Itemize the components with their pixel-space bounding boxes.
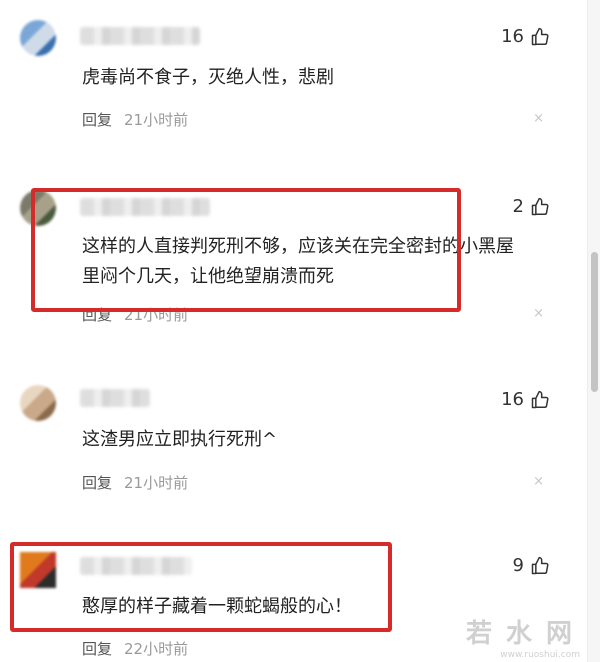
timestamp: 22小时前 — [124, 640, 189, 658]
watermark-url: www.ruoshui.com — [500, 650, 580, 660]
reply-button[interactable]: 回复 — [82, 304, 112, 325]
close-icon[interactable]: × — [533, 474, 544, 489]
like-count: 16 — [501, 26, 524, 47]
comment-text: 这渣男应立即执行死刑^ — [82, 429, 278, 450]
watermark-text: 若水网 — [465, 619, 586, 649]
comment-text: 虎毒尚不食子，灭绝人性，悲剧 — [82, 67, 334, 88]
avatar[interactable] — [20, 552, 56, 588]
comment-meta: 回复 22小时前 — [82, 638, 188, 659]
timestamp: 21小时前 — [124, 111, 189, 129]
comment-meta: 回复 21小时前 — [82, 304, 188, 325]
like-count: 9 — [512, 555, 524, 576]
avatar[interactable] — [20, 385, 56, 421]
username-blurred[interactable] — [80, 389, 150, 407]
comment-meta: 回复 21小时前 — [82, 472, 188, 493]
like-count: 16 — [501, 389, 524, 410]
scrollbar-thumb[interactable] — [591, 252, 598, 392]
like-button[interactable]: 2 — [513, 196, 550, 217]
reply-button[interactable]: 回复 — [82, 109, 112, 130]
comment-text: 这样的人直接判死刑不够，应该关在完全密封的小黑屋里闷个几天，让他绝望崩溃而死 — [82, 236, 514, 287]
like-button[interactable]: 9 — [513, 555, 550, 576]
thumbs-up-icon — [531, 556, 549, 574]
reply-button[interactable]: 回复 — [82, 638, 112, 659]
username-blurred[interactable] — [80, 198, 210, 216]
reply-button[interactable]: 回复 — [82, 472, 112, 493]
thumbs-up-icon — [531, 27, 549, 45]
like-button[interactable]: 16 — [501, 389, 550, 410]
thumbs-up-icon — [531, 197, 549, 215]
timestamp: 21小时前 — [124, 306, 189, 324]
close-icon[interactable]: × — [533, 111, 544, 126]
username-blurred[interactable] — [80, 27, 200, 45]
username-blurred[interactable] — [80, 557, 192, 575]
scrollbar[interactable] — [587, 0, 600, 662]
close-icon[interactable]: × — [533, 306, 544, 321]
thumbs-up-icon — [531, 390, 549, 408]
like-button[interactable]: 16 — [501, 26, 550, 47]
avatar[interactable] — [20, 190, 56, 226]
timestamp: 21小时前 — [124, 474, 189, 492]
like-count: 2 — [512, 196, 524, 217]
avatar[interactable] — [20, 20, 56, 56]
comment-meta: 回复 21小时前 — [82, 109, 188, 130]
